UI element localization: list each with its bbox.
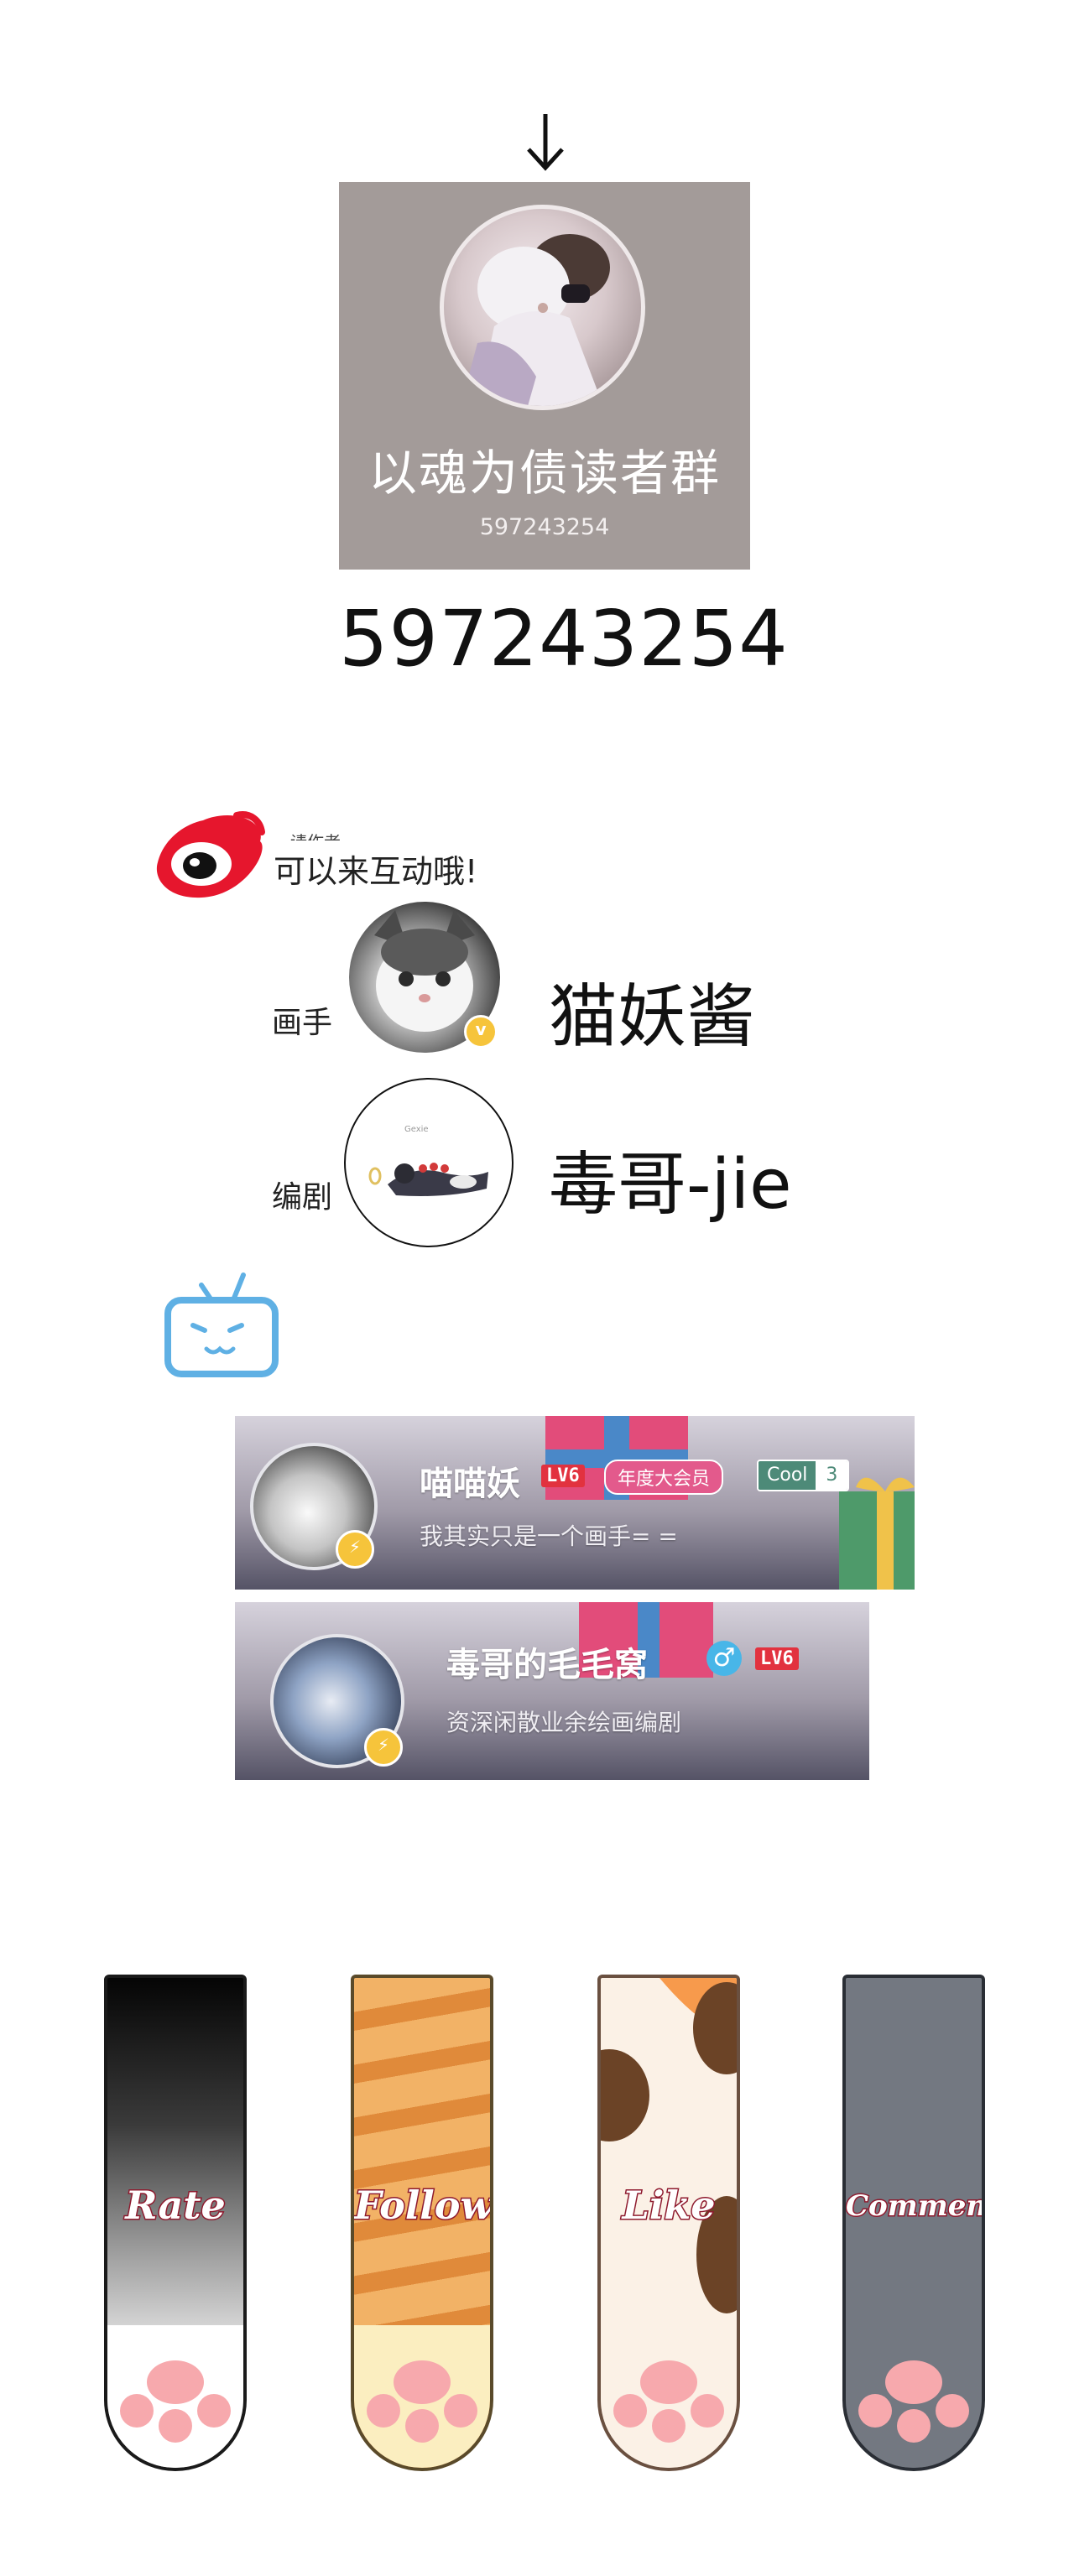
bilibili-tv-icon — [164, 1272, 279, 1377]
user-signature: 我其实只是一个画手= = — [420, 1522, 678, 1550]
like-button[interactable]: Like — [597, 1975, 740, 2471]
rate-button-label: Rate — [124, 2182, 227, 2230]
vip-badge: 年度大会员 — [604, 1460, 724, 1495]
user-name[interactable]: 毒哥的毛毛窝 — [446, 1637, 648, 1686]
writer-avatar[interactable]: Gexie — [344, 1078, 514, 1247]
calico-pattern — [601, 1978, 737, 2313]
weibo-caption-cutoff: …请作者… — [274, 829, 500, 840]
paw-pad-icon — [354, 2325, 490, 2468]
cool-medal-label: Cool — [759, 1461, 816, 1490]
lightning-badge-icon: ⚡ — [364, 1728, 403, 1767]
user-name[interactable]: 喵喵妖 — [420, 1456, 520, 1505]
comment-button-label: Comment — [846, 2188, 985, 2225]
gift-box-icon — [839, 1477, 915, 1590]
comment-button[interactable]: Comment — [842, 1975, 985, 2471]
cool-medal-count: 3 — [816, 1461, 848, 1490]
male-gender-icon: ♂ — [706, 1641, 742, 1676]
group-name: 以魂为债读者群 — [368, 445, 721, 502]
lightning-badge-icon: ⚡ — [336, 1530, 374, 1569]
group-number: 597243254 — [339, 594, 789, 684]
weibo-caption: 可以来互动哦! — [274, 853, 478, 890]
paw-pad-icon — [601, 2325, 737, 2468]
rate-button[interactable]: Rate — [104, 1975, 247, 2471]
verified-badge-icon: v — [464, 1015, 498, 1049]
artist-role-label: 画手 — [272, 1006, 333, 1040]
cool-medal: Cool 3 — [757, 1460, 850, 1491]
bilibili-profile-card[interactable]: ⚡ 毒哥的毛毛窝 ♂ LV6 资深闲散业余绘画编剧 — [235, 1602, 869, 1780]
follow-button[interactable]: Follow — [351, 1975, 493, 2471]
writer-name[interactable]: 毒哥-jie — [549, 1128, 792, 1228]
artist-name[interactable]: 猫妖酱 — [549, 960, 755, 1060]
writer-role-label: 编剧 — [272, 1180, 333, 1215]
bilibili-profile-card[interactable]: ⚡ 喵喵妖 LV6 年度大会员 Cool 3 我其实只是一个画手= = — [235, 1416, 915, 1590]
qq-group-card[interactable]: 以魂为债读者群 597243254 — [339, 182, 750, 570]
follow-button-label: Follow — [354, 2182, 493, 2230]
user-signature: 资深闲散业余绘画编剧 — [446, 1709, 682, 1736]
weibo-icon — [156, 811, 265, 898]
level-badge: LV6 — [755, 1647, 799, 1670]
signature-text: Gexie — [404, 1125, 429, 1134]
paw-pad-icon — [846, 2325, 982, 2468]
group-number-small: 597243254 — [479, 514, 610, 540]
paw-pad-icon — [107, 2325, 243, 2468]
like-button-label: Like — [621, 2182, 717, 2230]
level-badge: LV6 — [541, 1465, 585, 1487]
down-arrow-icon — [527, 114, 564, 171]
group-avatar — [440, 205, 645, 410]
